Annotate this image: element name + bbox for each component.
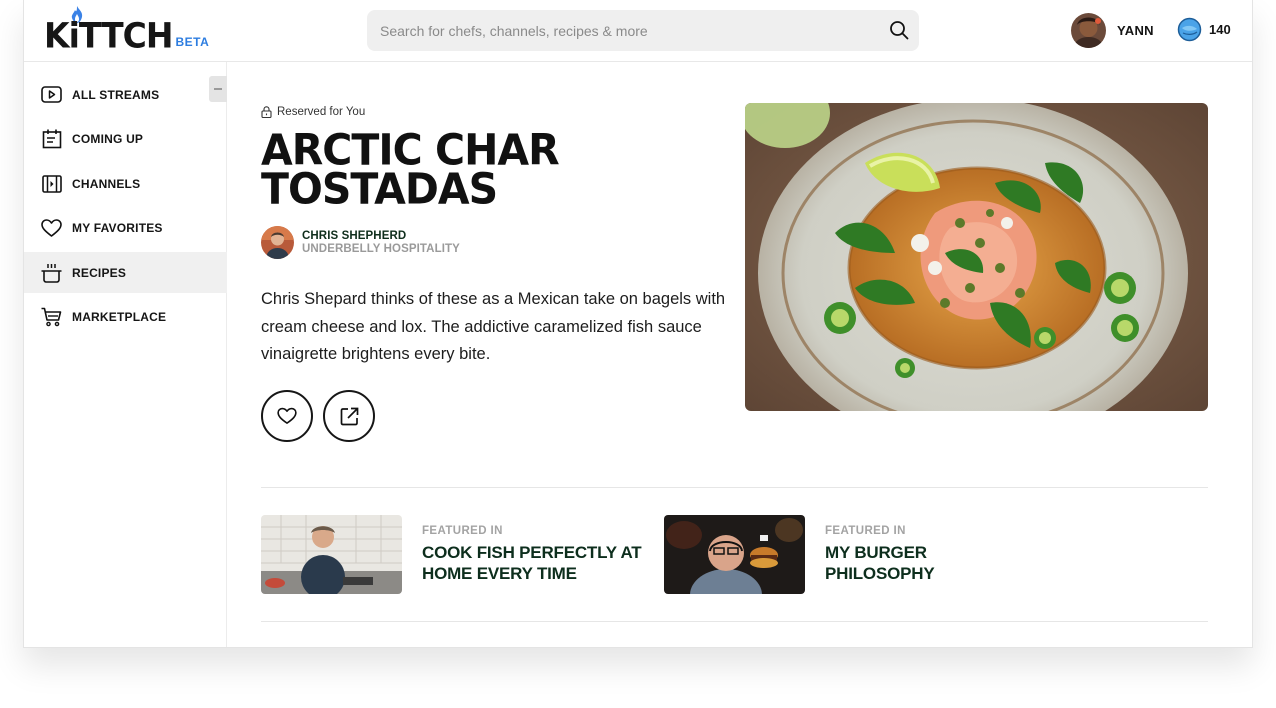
recipe-description: Chris Shepard thinks of these as a Mexic… <box>261 290 726 363</box>
featured-kicker: FEATURED IN <box>825 525 906 537</box>
beta-badge: BETA <box>175 35 210 49</box>
sidebar-item-label: ALL STREAMS <box>72 87 160 102</box>
featured-text: FEATURED IN COOK FISH PERFECTLY AT HOME … <box>422 525 657 594</box>
heart-icon <box>277 407 297 424</box>
sidebar-item-all-streams[interactable]: ALL STREAMS <box>24 74 227 115</box>
featured-title[interactable]: COOK FISH PERFECTLY AT HOME EVERY TIME <box>422 542 657 584</box>
sidebar: ALL STREAMS COMING UP CHANNELS MY FAVORI… <box>24 62 227 647</box>
reserved-text: Reserved for You <box>277 106 366 118</box>
channels-icon <box>41 173 62 194</box>
sidebar-item-label: CHANNELS <box>72 176 141 191</box>
coin-count: 140 <box>1209 22 1231 37</box>
section-divider <box>261 487 1208 488</box>
search-icon[interactable] <box>889 20 909 40</box>
favorite-button[interactable] <box>261 390 313 442</box>
sidebar-item-recipes[interactable]: RECIPES <box>24 252 227 293</box>
featured-card[interactable]: FEATURED IN COOK FISH PERFECTLY AT HOME … <box>261 515 657 594</box>
app-window: KiTTCH BETA YANN <box>23 0 1253 648</box>
kittch-logo[interactable]: KiTTCH BETA <box>44 6 210 56</box>
section-divider <box>261 621 1208 622</box>
recipe-title: ARCTIC CHAR TOSTADAS <box>261 128 701 215</box>
reserved-label: Reserved for You <box>261 106 365 118</box>
pot-icon <box>41 262 62 283</box>
play-icon <box>41 84 62 105</box>
share-button[interactable] <box>323 390 375 442</box>
sidebar-item-marketplace[interactable]: MARKETPLACE <box>24 297 227 338</box>
featured-kicker: FEATURED IN <box>422 525 503 537</box>
calendar-icon <box>41 129 62 150</box>
sidebar-item-label: COMING UP <box>72 132 144 146</box>
sidebar-item-label: MY FAVORITES <box>72 221 163 235</box>
user-avatar[interactable] <box>1071 13 1106 48</box>
recipe-detail: Reserved for You ARCTIC CHAR TOSTADAS CH… <box>228 63 1252 647</box>
recipe-photo <box>745 103 1208 411</box>
logo-wordmark: KiTTCH <box>44 15 173 56</box>
sidebar-item-my-favorites[interactable]: MY FAVORITES <box>24 208 227 249</box>
sidebar-item-label: RECIPES <box>72 265 127 280</box>
external-link-icon <box>340 407 358 425</box>
user-menu[interactable]: YANN <box>1071 13 1154 48</box>
featured-card[interactable]: FEATURED IN MY BURGER PHILOSOPHY <box>664 515 985 594</box>
chef-info: CHRIS SHEPHERD UNDERBELLY HOSPITALITY <box>302 230 460 255</box>
chef-avatar[interactable] <box>261 226 294 259</box>
top-bar: KiTTCH BETA YANN <box>24 0 1252 62</box>
sidebar-item-coming-up[interactable]: COMING UP <box>24 119 227 160</box>
chef-name[interactable]: CHRIS SHEPHERD <box>302 230 460 242</box>
sidebar-item-channels[interactable]: CHANNELS <box>24 163 227 204</box>
coin-balance[interactable]: 140 <box>1177 17 1231 42</box>
user-name[interactable]: YANN <box>1117 23 1154 38</box>
search-bar <box>367 10 919 51</box>
chef-byline[interactable]: CHRIS SHEPHERD UNDERBELLY HOSPITALITY <box>261 226 460 259</box>
heart-icon <box>41 218 62 239</box>
featured-thumbnail[interactable] <box>261 515 402 594</box>
sidebar-nav: ALL STREAMS COMING UP CHANNELS MY FAVORI… <box>24 74 227 341</box>
search-input[interactable] <box>367 10 919 51</box>
sidebar-item-label: MARKETPLACE <box>72 310 167 324</box>
chef-organization: UNDERBELLY HOSPITALITY <box>302 243 460 255</box>
featured-thumbnail[interactable] <box>664 515 805 594</box>
featured-title[interactable]: MY BURGER PHILOSOPHY <box>825 542 985 584</box>
cart-icon <box>41 307 62 328</box>
lock-icon <box>261 106 272 118</box>
featured-text: FEATURED IN MY BURGER PHILOSOPHY <box>825 525 985 594</box>
recipe-title-line: TOSTADAS <box>261 163 498 215</box>
coin-icon <box>1177 17 1202 42</box>
